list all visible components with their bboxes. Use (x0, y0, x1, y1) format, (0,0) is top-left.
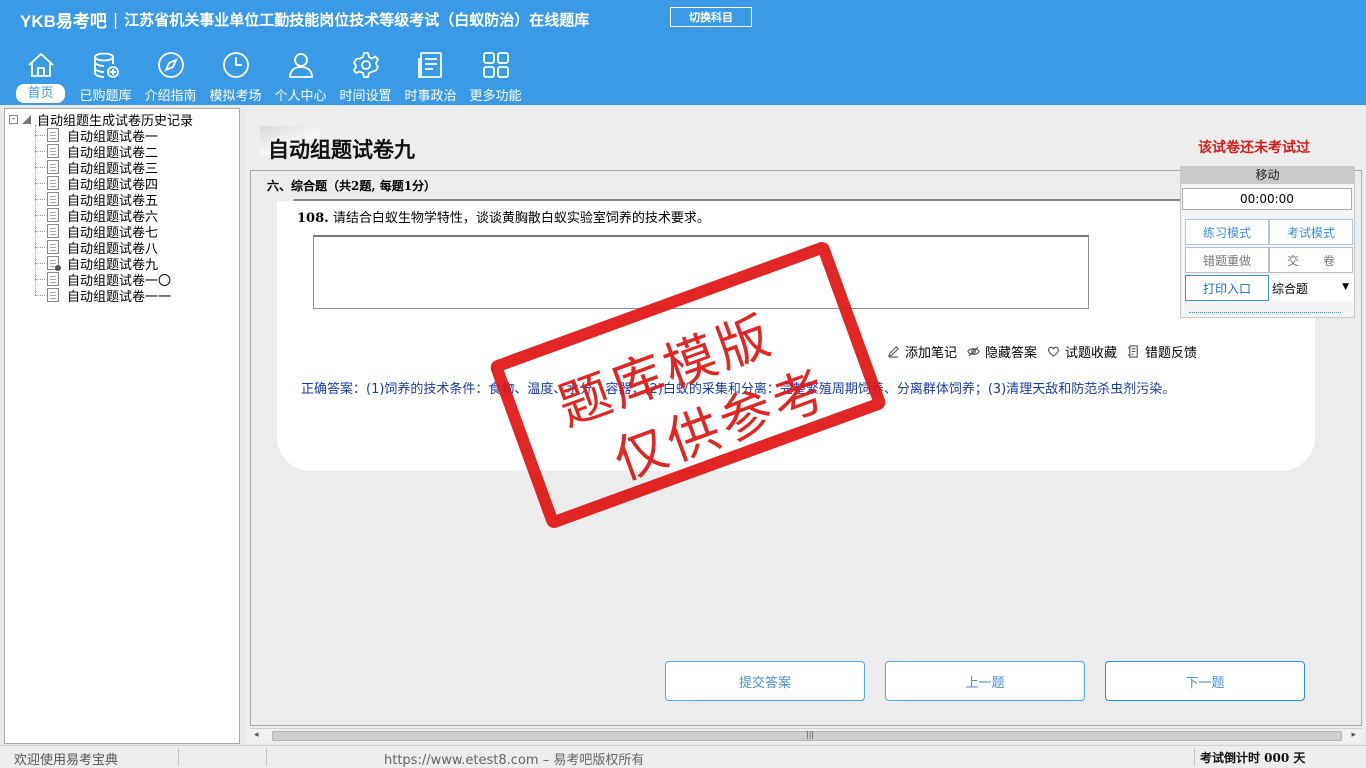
add-note-button[interactable]: 添加笔记 (887, 342, 957, 361)
exam-countdown: 考试倒计时 000 天 (1200, 751, 1306, 765)
status-divider (1194, 748, 1195, 766)
home-icon (24, 48, 58, 82)
nav-purchased[interactable]: 已购题库 (73, 48, 138, 104)
feedback-icon (1127, 345, 1138, 358)
nav-time-settings-label: 时间设置 (339, 89, 392, 104)
panel-footer-line (1189, 312, 1341, 313)
tree-item-paper-11[interactable]: 自动组题试卷一一 (35, 287, 172, 305)
paper-title-bar: 自动组题试卷九 (260, 126, 1360, 162)
exam-mode-button[interactable]: 考试模式 (1269, 219, 1353, 245)
next-question-button[interactable]: 下一题 (1105, 661, 1305, 701)
document-icon (47, 272, 59, 286)
tree-item-label: 自动组题试卷一一 (67, 289, 172, 305)
history-tree-panel: - 自动组题生成试卷历史记录 自动组题试卷一 自动组题试卷二 自动组题试卷三 自… (4, 108, 240, 744)
question-number: 108. (297, 211, 329, 226)
database-icon (89, 48, 123, 82)
question-stem: 请结合白蚁生物学特性，谈谈黄胸散白蚁实验室饲养的技术要求。 (332, 211, 710, 226)
hand-in-button[interactable]: 交 卷 (1269, 247, 1353, 273)
app-title: 江苏省机关事业单位工勤技能岗位技术等级考试（白蚁防治）在线题库 (124, 10, 590, 29)
main-nav: 首页 已购题库 介绍指南 模拟考场 个人中心 时间设置 时事政治 更多功能 (8, 48, 528, 104)
question-type-select[interactable]: 综合题 ▼ (1269, 275, 1353, 301)
redo-wrong-button[interactable]: 错题重做 (1185, 247, 1269, 273)
nav-more-label: 更多功能 (469, 89, 522, 104)
scroll-left-icon[interactable]: ◂ (254, 730, 259, 740)
previous-question-button[interactable]: 上一题 (885, 661, 1085, 701)
status-divider (266, 748, 267, 766)
add-note-label: 添加笔记 (905, 346, 958, 361)
app-logo: YKB易考吧 (20, 11, 107, 31)
compass-icon (154, 48, 188, 82)
nav-guide[interactable]: 介绍指南 (138, 48, 203, 104)
scroll-right-icon[interactable]: ▸ (1351, 730, 1356, 740)
heart-icon (1048, 346, 1060, 357)
nav-mock-exam[interactable]: 模拟考场 (203, 48, 268, 104)
question-tools: 添加笔记 隐藏答案 试题收藏 错题反馈 (887, 342, 1197, 361)
report-error-label: 错题反馈 (1145, 346, 1198, 361)
folder-triangle-icon (22, 114, 31, 124)
welcome-text: 欢迎使用易考宝典 (14, 753, 119, 768)
dropdown-arrow-icon: ▼ (1342, 282, 1349, 292)
document-icon (47, 240, 59, 254)
exam-control-panel: 移动 00:00:00 练习模式 考试模式 错题重做 交 卷 打印入口 综合题 … (1180, 166, 1355, 318)
newspaper-icon (414, 48, 448, 82)
nav-profile[interactable]: 个人中心 (268, 48, 333, 104)
print-entry-button[interactable]: 打印入口 (1185, 275, 1269, 301)
practice-mode-button[interactable]: 练习模式 (1185, 219, 1269, 245)
gear-icon (349, 48, 383, 82)
hide-answer-label: 隐藏答案 (985, 346, 1038, 361)
document-icon (47, 288, 59, 302)
document-icon (47, 160, 59, 174)
nav-more[interactable]: 更多功能 (463, 48, 528, 104)
document-icon (47, 208, 59, 222)
favorite-question-button[interactable]: 试题收藏 (1047, 342, 1117, 361)
paper-title: 自动组题试卷九 (268, 137, 415, 162)
nav-home-label: 首页 (16, 84, 65, 103)
exam-timer: 00:00:00 (1182, 188, 1352, 210)
nav-profile-label: 个人中心 (274, 89, 327, 104)
nav-time-settings[interactable]: 时间设置 (333, 48, 398, 104)
hide-answer-button[interactable]: 隐藏答案 (967, 342, 1037, 361)
switch-subject-button[interactable]: 切换科目 (670, 7, 752, 27)
section-title: 六、综合题（共2题, 每题1分） (267, 179, 437, 193)
document-icon (47, 224, 59, 238)
report-error-button[interactable]: 错题反馈 (1127, 342, 1197, 361)
status-bar: 欢迎使用易考宝典 https://www.etest8.com – 易考吧版权所… (0, 745, 1366, 768)
title-separator: | (112, 9, 119, 29)
nav-politics-label: 时事政治 (404, 89, 457, 104)
nav-guide-label: 介绍指南 (144, 89, 197, 104)
tree-list: 自动组题试卷一 自动组题试卷二 自动组题试卷三 自动组题试卷四 自动组题试卷五 … (35, 127, 172, 305)
grid-icon (479, 48, 513, 82)
document-icon (47, 192, 59, 206)
user-icon (284, 48, 318, 82)
title-row: YKB易考吧 | 江苏省机关事业单位工勤技能岗位技术等级考试（白蚁防治）在线题库 (20, 8, 590, 31)
eye-icon (967, 346, 980, 357)
app-header: YKB易考吧 | 江苏省机关事业单位工勤技能岗位技术等级考试（白蚁防治）在线题库… (0, 0, 1366, 105)
submit-answer-button[interactable]: 提交答案 (665, 661, 865, 701)
collapse-icon[interactable]: - (9, 114, 18, 124)
nav-politics[interactable]: 时事政治 (398, 48, 463, 104)
question-text: 108. 请结合白蚁生物学特性，谈谈黄胸散白蚁实验室饲养的技术要求。 (297, 207, 710, 226)
nav-home[interactable]: 首页 (8, 48, 73, 104)
scroll-grip-icon: ||| (806, 730, 815, 739)
favorite-label: 试题收藏 (1065, 346, 1118, 361)
question-type-value: 综合题 (1272, 281, 1309, 296)
document-icon (47, 176, 59, 190)
pencil-icon (887, 346, 899, 358)
clock-icon (219, 48, 253, 82)
copyright-text: https://www.etest8.com – 易考吧版权所有 (384, 753, 645, 768)
exam-status-text: 该试卷还未考试过 (1198, 140, 1310, 156)
document-current-icon (47, 256, 61, 271)
status-divider (178, 748, 179, 766)
document-icon (47, 128, 59, 142)
horizontal-scrollbar[interactable]: ◂ ||| ▸ (250, 728, 1362, 742)
document-icon (47, 144, 59, 158)
nav-mock-exam-label: 模拟考场 (209, 89, 262, 104)
panel-move-handle[interactable]: 移动 (1181, 167, 1354, 184)
nav-purchased-label: 已购题库 (79, 89, 132, 104)
